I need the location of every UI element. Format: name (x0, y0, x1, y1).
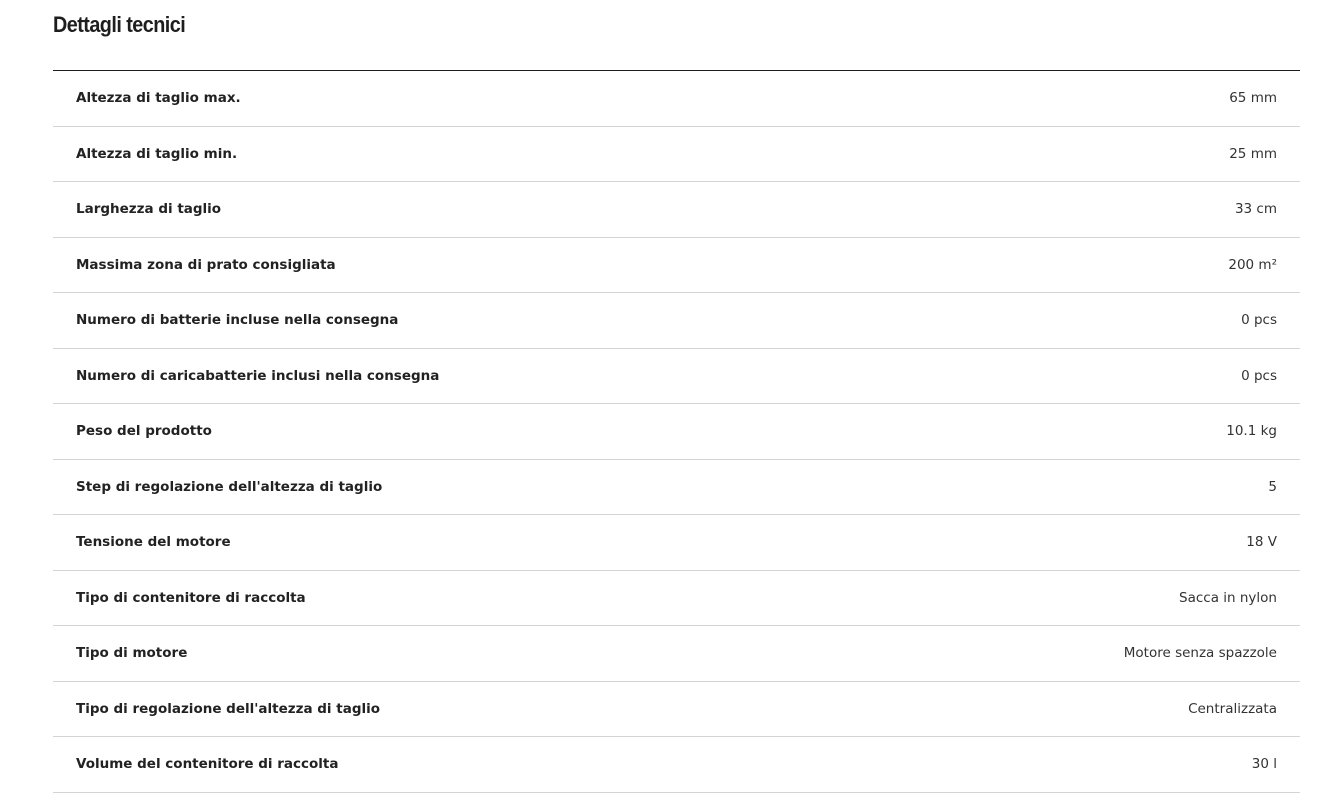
spec-row-cutting-width: Larghezza di taglio 33 cm (53, 182, 1300, 238)
spec-row-height-adjustment-steps: Step di regolazione dell'altezza di tagl… (53, 460, 1300, 515)
spec-row-max-cutting-height: Altezza di taglio max. 65 mm (53, 71, 1300, 127)
spec-row-max-lawn-area: Massima zona di prato consigliata 200 m² (53, 238, 1300, 293)
spec-label: Larghezza di taglio (76, 201, 222, 218)
spec-row-batteries-included: Numero di batterie incluse nella consegn… (53, 293, 1300, 349)
spec-label: Tensione del motore (76, 534, 231, 551)
spec-value: Sacca in nylon (1179, 589, 1277, 606)
spec-row-collection-container-type: Tipo di contenitore di raccolta Sacca in… (53, 571, 1300, 626)
spec-value: 10.1 kg (1226, 423, 1277, 440)
spec-value: 0 pcs (1241, 312, 1277, 329)
spec-label: Numero di batterie incluse nella consegn… (76, 312, 399, 329)
spec-label: Numero di caricabatterie inclusi nella c… (76, 367, 440, 384)
spec-label: Step di regolazione dell'altezza di tagl… (76, 478, 383, 495)
spec-row-collection-container-volume: Volume del contenitore di raccolta 30 l (53, 737, 1300, 793)
spec-row-chargers-included: Numero di caricabatterie inclusi nella c… (53, 349, 1300, 404)
spec-row-motor-voltage: Tensione del motore 18 V (53, 515, 1300, 571)
spec-label: Tipo di contenitore di raccolta (76, 589, 306, 606)
spec-row-min-cutting-height: Altezza di taglio min. 25 mm (53, 127, 1300, 182)
spec-value: 200 m² (1228, 256, 1277, 273)
spec-label: Volume del contenitore di raccolta (76, 756, 339, 773)
spec-row-product-weight: Peso del prodotto 10.1 kg (53, 404, 1300, 460)
spec-value: 65 mm (1229, 90, 1277, 107)
spec-value: 0 pcs (1241, 367, 1277, 384)
specs-table: Altezza di taglio max. 65 mm Altezza di … (53, 70, 1300, 793)
spec-value: 18 V (1246, 534, 1277, 551)
spec-value: 30 l (1251, 756, 1277, 773)
spec-value: 33 cm (1234, 201, 1277, 218)
spec-label: Massima zona di prato consigliata (76, 256, 336, 273)
spec-value: 25 mm (1229, 145, 1277, 162)
spec-value: Centralizzata (1188, 700, 1277, 717)
spec-row-height-adjustment-type: Tipo di regolazione dell'altezza di tagl… (53, 682, 1300, 737)
spec-label: Tipo di regolazione dell'altezza di tagl… (76, 700, 381, 717)
section-title: Dettagli tecnici (53, 12, 186, 37)
spec-label: Peso del prodotto (76, 423, 212, 440)
spec-label: Tipo di motore (76, 645, 188, 662)
spec-label: Altezza di taglio max. (76, 90, 241, 107)
spec-row-motor-type: Tipo di motore Motore senza spazzole (53, 626, 1300, 682)
spec-value: 5 (1268, 478, 1277, 495)
spec-label: Altezza di taglio min. (76, 145, 238, 162)
spec-value: Motore senza spazzole (1123, 645, 1277, 662)
